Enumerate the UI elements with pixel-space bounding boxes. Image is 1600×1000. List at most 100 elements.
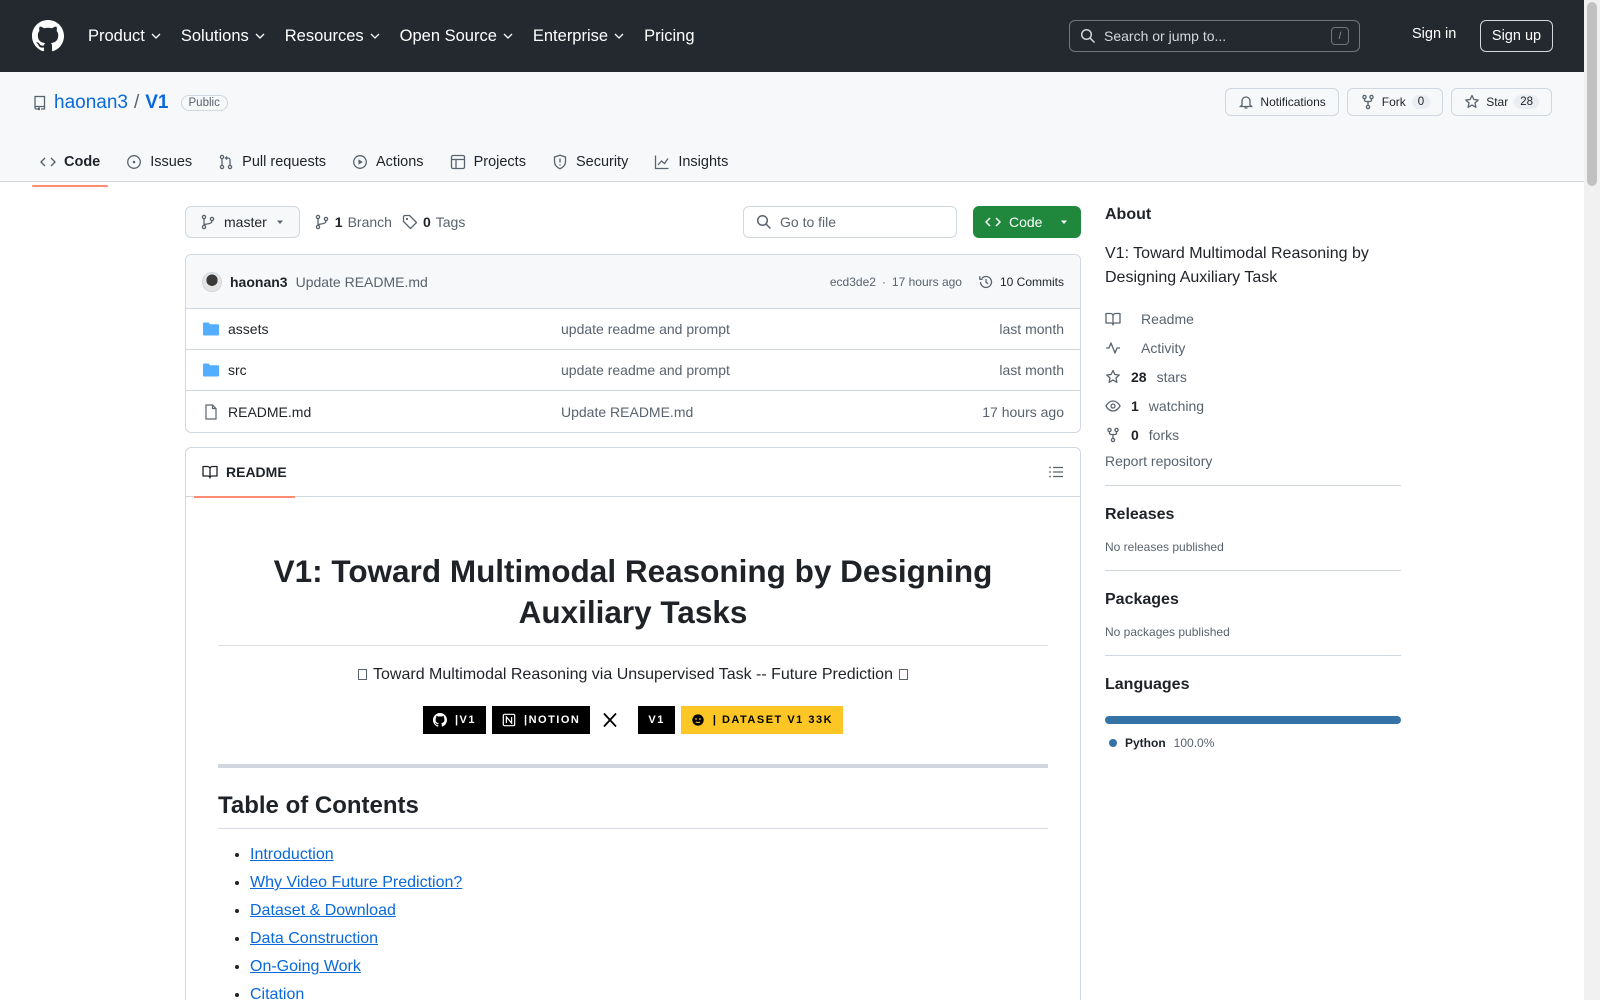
file-row[interactable]: README.md Update README.md 17 hours ago xyxy=(186,391,1080,432)
tag-label: Tags xyxy=(435,214,466,230)
watching-link[interactable]: 1 watching xyxy=(1105,391,1401,420)
readme-panel: README V1: Toward Multimodal Reasoning b… xyxy=(185,447,1081,1000)
file-name-link[interactable]: README.md xyxy=(228,404,561,420)
history-icon xyxy=(979,275,993,288)
toc-link[interactable]: Citation xyxy=(250,986,304,1000)
toc-link[interactable]: On-Going Work xyxy=(250,958,361,975)
toc-link[interactable]: Data Construction xyxy=(250,930,378,947)
file-row[interactable]: src update readme and prompt last month xyxy=(186,350,1080,391)
notifications-button[interactable]: Notifications xyxy=(1225,88,1339,116)
nav-product[interactable]: Product xyxy=(88,27,161,46)
commits-count-label: 10 Commits xyxy=(999,274,1064,289)
notion-icon xyxy=(502,713,516,727)
toc-link[interactable]: Why Video Future Prediction? xyxy=(250,874,462,891)
packages-heading[interactable]: Packages xyxy=(1105,591,1401,609)
fork-icon xyxy=(1107,427,1119,442)
caret-down-icon xyxy=(1061,220,1067,224)
nav-pricing[interactable]: Pricing xyxy=(644,27,694,46)
readme-tab-label: README xyxy=(226,464,287,480)
sign-up-button[interactable]: Sign up xyxy=(1480,20,1553,52)
file-commit-link[interactable]: Update README.md xyxy=(561,404,693,420)
link-label: forks xyxy=(1148,426,1180,443)
link-label: Readme xyxy=(1141,310,1194,327)
code-dropdown-button[interactable]: Code xyxy=(973,206,1081,238)
nav-label: Enterprise xyxy=(532,26,609,45)
releases-section: Releases No releases published xyxy=(1105,485,1401,554)
star-label: Star xyxy=(1486,95,1509,109)
list-icon[interactable] xyxy=(1048,464,1064,480)
page-scrollbar[interactable] xyxy=(1584,0,1600,1000)
emoji-placeholder-icon xyxy=(358,669,368,681)
file-commit-link[interactable]: update readme and prompt xyxy=(561,321,730,337)
star-button[interactable]: Star 28 xyxy=(1451,88,1552,116)
commits-history-link[interactable]: 10 Commits xyxy=(978,274,1064,290)
file-date: last month xyxy=(999,321,1064,337)
file-name-link[interactable]: assets xyxy=(228,321,561,337)
forks-link[interactable]: 0 forks xyxy=(1105,420,1401,449)
tab-insights[interactable]: Insights xyxy=(646,142,736,182)
v1-badge[interactable]: V1 xyxy=(638,706,675,734)
shield-icon xyxy=(553,154,567,170)
file-table: haonan3 Update README.md ecd3de2 · 17 ho… xyxy=(185,254,1081,433)
eye-icon xyxy=(1105,399,1121,412)
global-search-input[interactable]: Search or jump to... / xyxy=(1069,20,1360,52)
file-date: 17 hours ago xyxy=(982,403,1064,420)
tab-actions[interactable]: Actions xyxy=(344,142,432,182)
chevron-down-icon xyxy=(255,33,265,39)
github-logo-icon[interactable] xyxy=(32,20,64,52)
file-row[interactable]: assets update readme and prompt last mon… xyxy=(186,309,1080,350)
tab-security[interactable]: Security xyxy=(544,142,636,182)
tag-count: 0 xyxy=(422,214,431,230)
commit-author-link[interactable]: haonan3 xyxy=(230,274,288,290)
toc-heading: Table of Contents xyxy=(218,792,1048,829)
code-button-label: Code xyxy=(1009,214,1043,230)
tags-link[interactable]: 0 Tags xyxy=(402,214,465,230)
language-color-dot xyxy=(1109,739,1117,747)
readme-tab[interactable]: README xyxy=(194,448,295,498)
commit-hash-link[interactable]: ecd3de2 xyxy=(830,275,876,289)
repo-name-link[interactable]: V1 xyxy=(145,92,168,114)
nav-solutions[interactable]: Solutions xyxy=(181,27,265,46)
nav-resources[interactable]: Resources xyxy=(285,27,380,46)
file-commit-link[interactable]: update readme and prompt xyxy=(561,362,730,378)
nav-open-source[interactable]: Open Source xyxy=(400,27,513,46)
avatar[interactable] xyxy=(202,271,222,292)
branches-link[interactable]: 1 Branch xyxy=(314,214,392,230)
activity-link[interactable]: Activity xyxy=(1105,333,1401,362)
toc-link[interactable]: Dataset & Download xyxy=(250,902,396,919)
branch-name: master xyxy=(224,214,267,230)
file-name-link[interactable]: src xyxy=(228,362,561,378)
fork-button[interactable]: Fork 0 xyxy=(1346,88,1444,116)
link-count: 28 xyxy=(1131,368,1147,385)
commit-message-link[interactable]: Update README.md xyxy=(296,274,428,290)
go-to-file-placeholder: Go to file xyxy=(780,214,837,230)
huggingface-icon xyxy=(692,714,704,726)
nav-enterprise[interactable]: Enterprise xyxy=(533,27,624,46)
scrollbar-thumb[interactable] xyxy=(1587,2,1597,186)
readme-link[interactable]: Readme xyxy=(1105,304,1401,333)
x-badge[interactable] xyxy=(596,706,632,734)
repo-owner-link[interactable]: haonan3 xyxy=(54,92,128,114)
nav-label: Pricing xyxy=(644,26,695,45)
stars-link[interactable]: 28 stars xyxy=(1105,362,1401,391)
github-badge[interactable]: |V1 xyxy=(422,706,486,734)
releases-heading[interactable]: Releases xyxy=(1105,506,1401,524)
branch-select-button[interactable]: master xyxy=(185,206,300,238)
badge-text: | DATASET V1 33K xyxy=(712,714,834,726)
about-links: Readme Activity 28 stars 1 watching 0 forks… xyxy=(1105,304,1401,470)
link-label: stars xyxy=(1156,368,1187,385)
tab-pull-requests[interactable]: Pull requests xyxy=(210,142,334,182)
nav-label: Open Source xyxy=(399,26,497,45)
toc-link[interactable]: Introduction xyxy=(250,846,334,863)
badge-row: |V1 |NOTION V1 | DATASET V1 33K xyxy=(218,706,1048,734)
tab-projects[interactable]: Projects xyxy=(442,142,534,182)
tab-issues[interactable]: Issues xyxy=(118,142,200,182)
notion-badge[interactable]: |NOTION xyxy=(492,706,591,734)
branch-icon xyxy=(201,214,215,230)
sign-in-link[interactable]: Sign in xyxy=(1412,26,1456,42)
go-to-file-input[interactable]: Go to file xyxy=(743,206,957,238)
language-item[interactable]: Python 100.0% xyxy=(1105,736,1401,750)
dataset-badge[interactable]: | DATASET V1 33K xyxy=(680,706,844,734)
tab-code[interactable]: Code xyxy=(32,142,109,187)
report-repository-link[interactable]: Report repository xyxy=(1105,453,1401,469)
